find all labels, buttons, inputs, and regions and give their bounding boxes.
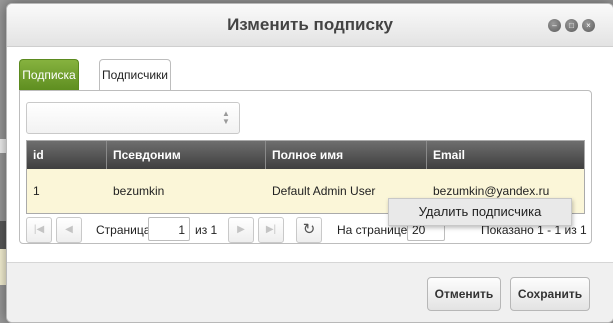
prev-page-icon[interactable]: ◀	[56, 217, 82, 243]
column-header-nickname[interactable]: Псевдоним	[107, 141, 266, 169]
first-page-icon[interactable]: |◀	[26, 217, 52, 243]
dialog-titlebar[interactable]: Изменить подписку – □ ×	[7, 4, 613, 47]
tab-subscribers[interactable]: Подписчики	[99, 59, 171, 92]
page-number-input[interactable]: 1	[148, 217, 190, 241]
cell-id: 1	[33, 184, 40, 198]
last-page-icon[interactable]: ▶|	[258, 217, 284, 243]
column-header-id[interactable]: id	[27, 141, 107, 169]
next-page-icon[interactable]: ▶	[228, 217, 254, 243]
column-header-full-name[interactable]: Полное имя	[266, 141, 427, 169]
refresh-icon[interactable]: ↻	[296, 217, 322, 243]
filter-select[interactable]: ▲ ▼	[26, 102, 240, 134]
maximize-icon[interactable]: □	[565, 19, 578, 32]
column-header-email[interactable]: Email	[427, 141, 584, 169]
tab-subscription[interactable]: Подписка	[19, 59, 79, 91]
page-of-label: из 1	[195, 223, 218, 237]
cancel-button[interactable]: Отменить	[427, 277, 501, 311]
dialog-title: Изменить подписку	[227, 15, 393, 34]
dialog-body: Подписка Подписчики ▲ ▼ id Псевдоним Полн…	[7, 47, 613, 261]
page-label: Страница	[96, 223, 151, 237]
edit-subscription-dialog: Изменить подписку – □ × Подписка Подписч…	[6, 3, 613, 323]
dialog-footer: Отменить Сохранить	[7, 262, 613, 322]
grid-header: id Псевдоним Полное имя Email	[27, 141, 584, 169]
cell-nickname: bezumkin	[113, 184, 165, 198]
select-arrows-icon: ▲ ▼	[222, 109, 230, 126]
save-button[interactable]: Сохранить	[510, 277, 590, 311]
minimize-icon[interactable]: –	[548, 19, 561, 32]
context-menu-delete-subscriber[interactable]: Удалить подписчика	[388, 198, 572, 226]
close-icon[interactable]: ×	[582, 19, 595, 32]
